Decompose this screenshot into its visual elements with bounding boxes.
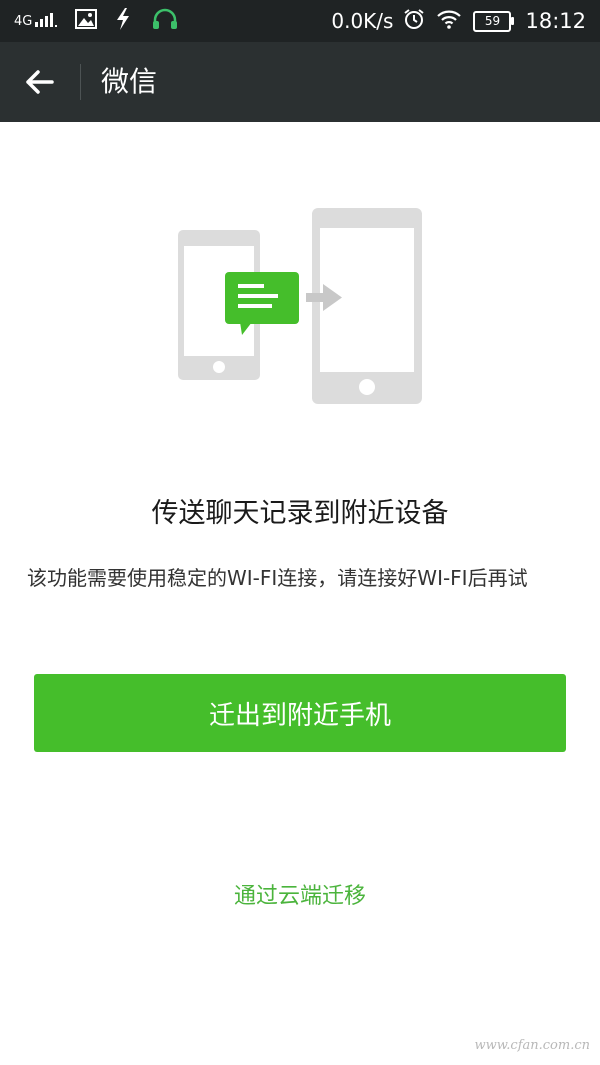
page-heading: 传送聊天记录到附近设备 (151, 498, 449, 529)
transfer-illustration (170, 200, 430, 414)
network-speed: 0.0K/s (331, 9, 394, 33)
page-title: 微信 (101, 65, 158, 98)
back-button[interactable] (18, 60, 62, 104)
clock: 18:12 (525, 9, 586, 33)
battery-icon: 59 (473, 10, 515, 32)
status-bar-right: 0.0K/s 59 18:12 (331, 0, 586, 42)
migrate-to-nearby-phone-button[interactable]: 迁出到附近手机 (34, 674, 566, 752)
arrow-left-icon (26, 70, 54, 94)
watermark: www.cfan.com.cn (474, 1038, 590, 1053)
alarm-icon (403, 8, 425, 34)
title-divider (80, 64, 81, 100)
title-bar: 微信 (0, 42, 600, 122)
network-type: 4G (14, 13, 33, 29)
cloud-migration-link[interactable]: 通过云端迁移 (0, 878, 600, 910)
bolt-icon (115, 8, 131, 34)
status-bar-left: 4G (14, 0, 179, 42)
wifi-icon (437, 9, 462, 33)
wifi-requirement-text: 该功能需要使用稳定的WI-FI连接，请连接好WI-FI后再试 (27, 566, 528, 590)
signal-icon (35, 11, 58, 31)
headphones-icon (151, 8, 179, 34)
image-icon (75, 9, 98, 33)
status-bar: 4G 0.0K/s 59 18:12 (0, 0, 600, 42)
